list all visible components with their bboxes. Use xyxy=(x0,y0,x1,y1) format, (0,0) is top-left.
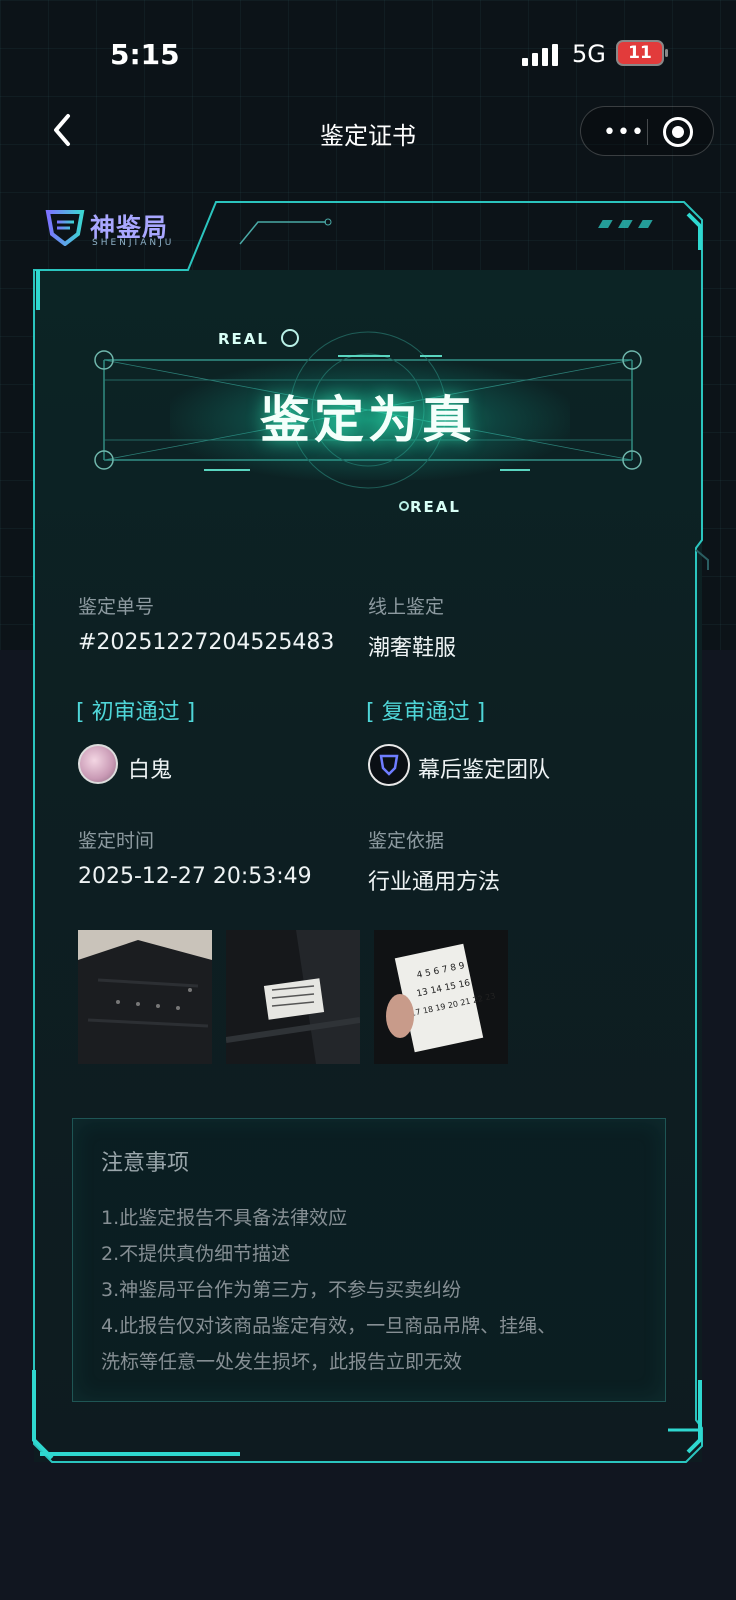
notice-item: 2.不提供真伪细节描述 xyxy=(101,1243,291,1265)
order-number-value: #20251227204525483 xyxy=(78,630,335,655)
shenjianju-logo-icon xyxy=(45,210,85,246)
capsule-divider xyxy=(647,119,648,145)
bracket-left: [ xyxy=(366,700,375,725)
jacket-image xyxy=(78,930,212,1064)
number-tag-image: 4 5 6 7 8 9 13 14 15 16 17 18 19 20 21 2… xyxy=(374,930,508,1064)
mini-program-capsule: ••• xyxy=(580,106,714,156)
real-tag-top: REAL xyxy=(218,330,269,348)
appraisal-basis-value: 行业通用方法 xyxy=(368,870,501,895)
navigation-bar: 鉴定证书 ••• xyxy=(0,96,736,168)
second-reviewer-name: 幕后鉴定团队 xyxy=(418,758,551,783)
appraisal-type-label: 线上鉴定 xyxy=(368,596,445,618)
first-review-label: 初审通过 xyxy=(91,700,180,725)
order-number-label: 鉴定单号 xyxy=(78,596,155,618)
bracket-right: ] xyxy=(476,700,486,725)
appraisal-type-value: 潮奢鞋服 xyxy=(368,636,457,661)
team-logo-icon xyxy=(379,754,399,776)
signal-icon xyxy=(522,44,558,66)
second-review-label: 复审通过 xyxy=(381,700,470,725)
notice-box: 注意事项 1.此鉴定报告不具备法律效应 2.不提供真伪细节描述 3.神鉴局平台作… xyxy=(72,1118,666,1402)
logo-subtitle: SHENJIANJU xyxy=(92,238,175,248)
notice-item: 3.神鉴局平台作为第三方，不参与买卖纠纷 xyxy=(101,1279,462,1301)
battery-level: 11 xyxy=(628,43,652,63)
notice-item: 4.此报告仅对该商品鉴定有效，一旦商品吊牌、挂绳、 xyxy=(101,1315,557,1337)
notice-title: 注意事项 xyxy=(101,1151,190,1176)
more-menu-button[interactable]: ••• xyxy=(603,120,645,145)
status-time: 5:15 xyxy=(110,38,180,71)
network-type: 5G xyxy=(572,40,606,68)
close-target-button[interactable] xyxy=(663,117,693,147)
bracket-left: [ xyxy=(76,700,85,725)
battery-icon: 11 xyxy=(616,40,668,66)
reviewer-avatar xyxy=(78,744,118,784)
product-photo-jacket[interactable] xyxy=(78,930,212,1064)
team-avatar xyxy=(368,744,410,786)
bracket-right: ] xyxy=(186,700,196,725)
second-review-badge: [ 复审通过 ] xyxy=(366,694,485,726)
product-photo-number-tag[interactable]: 4 5 6 7 8 9 13 14 15 16 17 18 19 20 21 2… xyxy=(374,930,508,1064)
product-photo-inner-label[interactable] xyxy=(226,930,360,1064)
appraisal-basis-label: 鉴定依据 xyxy=(368,830,445,852)
verdict-title: 鉴定为真 xyxy=(260,391,476,449)
appraisal-time-value: 2025-12-27 20:53:49 xyxy=(78,864,312,889)
appraisal-time-label: 鉴定时间 xyxy=(78,830,155,852)
inner-label-image xyxy=(226,930,360,1064)
notice-item: 1.此鉴定报告不具备法律效应 xyxy=(101,1207,348,1229)
real-tag-bottom: REAL xyxy=(410,498,461,516)
first-reviewer-name: 白鬼 xyxy=(128,758,173,783)
status-bar: 5:15 5G 11 xyxy=(0,0,736,110)
first-review-badge: [ 初审通过 ] xyxy=(76,694,195,726)
verdict-banner: 鉴定为真 REAL REAL xyxy=(90,320,646,520)
notice-item: 洗标等任意一处发生损坏，此报告立即无效 xyxy=(101,1351,463,1373)
